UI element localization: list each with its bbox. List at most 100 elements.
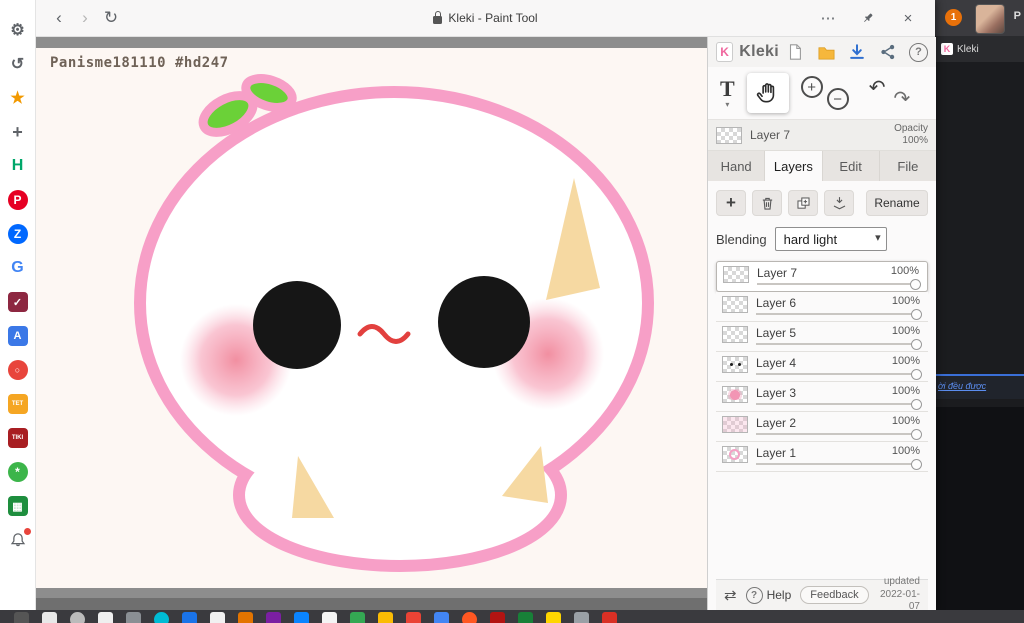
layer-row-2[interactable]: Layer 2 100%	[716, 412, 928, 442]
paint-canvas[interactable]: Panisme181110 #hd247	[36, 48, 707, 588]
red-app-icon[interactable]: ○	[7, 360, 28, 380]
layer-opacity-slider[interactable]	[756, 433, 918, 435]
text-tool-button[interactable]: T ▾	[720, 77, 735, 109]
help-icon[interactable]: ?	[909, 42, 928, 62]
undo-button[interactable]: ↶	[869, 78, 886, 98]
layer-opacity-slider[interactable]	[756, 373, 918, 375]
taskbar-icon[interactable]	[182, 612, 197, 623]
background-tab-row[interactable]: K Kleki	[935, 36, 1024, 62]
duplicate-layer-button[interactable]	[788, 190, 818, 216]
green-app-icon[interactable]: *	[7, 462, 28, 482]
forward-button[interactable]: ›	[72, 5, 98, 31]
taskbar-icon[interactable]	[350, 612, 365, 623]
background-window-label: P	[1013, 10, 1021, 22]
canvas-scroll-strip[interactable]	[36, 598, 707, 610]
h-app-icon[interactable]: H	[8, 156, 28, 176]
shield-check-icon[interactable]: ✓	[7, 292, 28, 312]
download-save-icon[interactable]	[847, 42, 867, 62]
layer-opacity-slider[interactable]	[756, 313, 918, 315]
open-folder-icon[interactable]	[816, 42, 836, 62]
tab-layers[interactable]: Layers	[765, 151, 823, 181]
taskbar-icon[interactable]	[406, 612, 421, 623]
taskbar-icon[interactable]	[98, 612, 113, 623]
tab-file[interactable]: File	[880, 151, 936, 181]
add-icon[interactable]: +	[8, 122, 28, 142]
layer-row-3[interactable]: Layer 3 100%	[716, 382, 928, 412]
layer-row-7[interactable]: Layer 7 100%	[716, 261, 928, 292]
taskbar-icon[interactable]	[294, 612, 309, 623]
layer-opacity-slider[interactable]	[756, 343, 918, 345]
taskbar-search-icon[interactable]	[70, 612, 85, 623]
layer-thumbnail	[722, 356, 748, 373]
zalo-icon[interactable]: Z	[7, 224, 28, 244]
pinterest-icon[interactable]: P	[7, 190, 28, 210]
new-file-icon[interactable]	[785, 42, 805, 62]
back-button[interactable]: ‹	[46, 5, 72, 31]
share-icon[interactable]	[878, 42, 898, 62]
layer-row-4[interactable]: Layer 4 100%	[716, 352, 928, 382]
taskbar-icon[interactable]	[378, 612, 393, 623]
history-icon[interactable]: ↺	[8, 54, 28, 74]
taskbar-icon[interactable]	[126, 612, 141, 623]
taskbar-icon[interactable]	[602, 612, 617, 623]
google-icon[interactable]: G	[8, 258, 28, 278]
rename-layer-button[interactable]: Rename	[866, 190, 928, 216]
tet-app-icon[interactable]: TET	[7, 394, 28, 414]
settings-gear-icon[interactable]: ⚙	[8, 20, 28, 40]
translate-icon[interactable]: A	[7, 326, 28, 346]
taskbar-icon[interactable]	[462, 612, 477, 623]
layer-opacity-slider[interactable]	[756, 403, 918, 405]
layer-opacity-slider[interactable]	[756, 463, 918, 465]
taskbar-icon[interactable]	[490, 612, 505, 623]
layer-opacity-knob[interactable]	[911, 339, 922, 350]
taskbar-icon[interactable]	[210, 612, 225, 623]
avatar[interactable]	[975, 4, 1005, 34]
help-circle-icon: ?	[745, 586, 763, 604]
taskbar-icon[interactable]	[322, 612, 337, 623]
zoom-out-button[interactable]: −	[826, 88, 849, 110]
taskbar-icon[interactable]	[518, 612, 533, 623]
layer-opacity-knob[interactable]	[911, 369, 922, 380]
bell-icon[interactable]	[8, 528, 31, 550]
taskbar-icon[interactable]	[266, 612, 281, 623]
taskbar-start-icon[interactable]	[42, 612, 57, 623]
tiki-app-icon[interactable]: TIKI	[7, 428, 28, 448]
redo-button[interactable]: ↷	[893, 89, 910, 109]
close-button[interactable]: ×	[895, 5, 921, 31]
merge-layer-button[interactable]	[824, 190, 854, 216]
taskbar-icon[interactable]	[238, 612, 253, 623]
rewards-star-icon[interactable]: ★	[8, 88, 28, 108]
blending-select[interactable]: hard light	[774, 227, 887, 251]
tab-edit[interactable]: Edit	[823, 151, 880, 181]
layer-opacity-knob[interactable]	[911, 309, 922, 320]
taskbar-icon[interactable]	[434, 612, 449, 623]
layer-opacity-slider[interactable]	[757, 283, 917, 285]
zoom-in-button[interactable]: +	[800, 76, 823, 98]
taskbar-icon[interactable]	[154, 612, 169, 623]
sheets-grid-icon[interactable]: ▦	[7, 496, 28, 516]
pin-window-icon[interactable]	[855, 5, 881, 31]
more-menu-button[interactable]: ⋯	[815, 5, 841, 31]
reload-button[interactable]: ↻	[98, 5, 124, 31]
feedback-button[interactable]: Feedback	[800, 586, 869, 604]
background-window[interactable]: 1 P K Kleki ời đều được	[935, 0, 1024, 610]
delete-layer-button[interactable]	[752, 190, 782, 216]
tab-hand[interactable]: Hand	[708, 151, 766, 181]
layer-row-1[interactable]: Layer 1 100%	[716, 442, 928, 472]
taskbar-icon[interactable]	[14, 612, 29, 623]
add-layer-button[interactable]: +	[716, 190, 746, 216]
browser-sidebar: ⚙ ↺ ★ + H P Z G ✓ A ○ TET TIKI * ▦	[0, 0, 36, 610]
layer-row-5[interactable]: Layer 5 100%	[716, 322, 928, 352]
current-layer-bar[interactable]: Layer 7 Opacity 100%	[708, 120, 936, 151]
layer-opacity-knob[interactable]	[910, 279, 921, 290]
layer-opacity-knob[interactable]	[911, 399, 922, 410]
swap-ui-icon[interactable]: ⇄	[724, 586, 737, 604]
hand-tool-button-active[interactable]	[746, 73, 789, 113]
layer-opacity-knob[interactable]	[911, 429, 922, 440]
layer-row-6[interactable]: Layer 6 100%	[716, 292, 928, 322]
current-layer-name: Layer 7	[750, 128, 791, 142]
help-link[interactable]: ? Help	[745, 586, 791, 604]
layer-opacity-knob[interactable]	[911, 459, 922, 470]
taskbar-icon[interactable]	[546, 612, 561, 623]
taskbar-icon[interactable]	[574, 612, 589, 623]
